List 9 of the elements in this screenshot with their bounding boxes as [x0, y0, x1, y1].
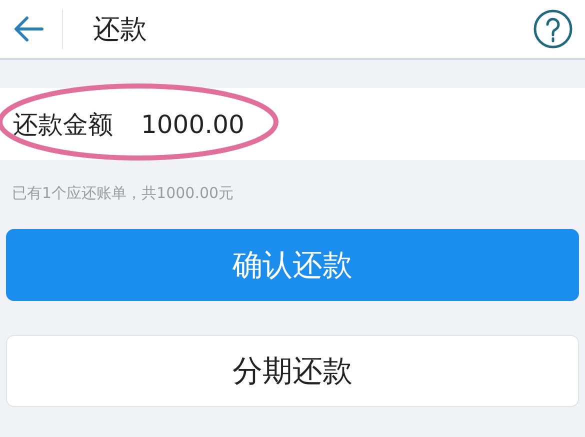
help-icon: [533, 9, 573, 49]
help-button[interactable]: [533, 9, 573, 49]
amount-value: 1000.00: [141, 110, 244, 138]
amount-label: 还款金额: [13, 108, 113, 140]
back-arrow-icon: [14, 16, 44, 42]
installment-button[interactable]: 分期还款: [6, 335, 579, 407]
back-button[interactable]: [14, 16, 44, 42]
page-title: 还款: [93, 13, 148, 47]
bill-hint: 已有1个应还账单，共1000.00元: [12, 184, 235, 203]
